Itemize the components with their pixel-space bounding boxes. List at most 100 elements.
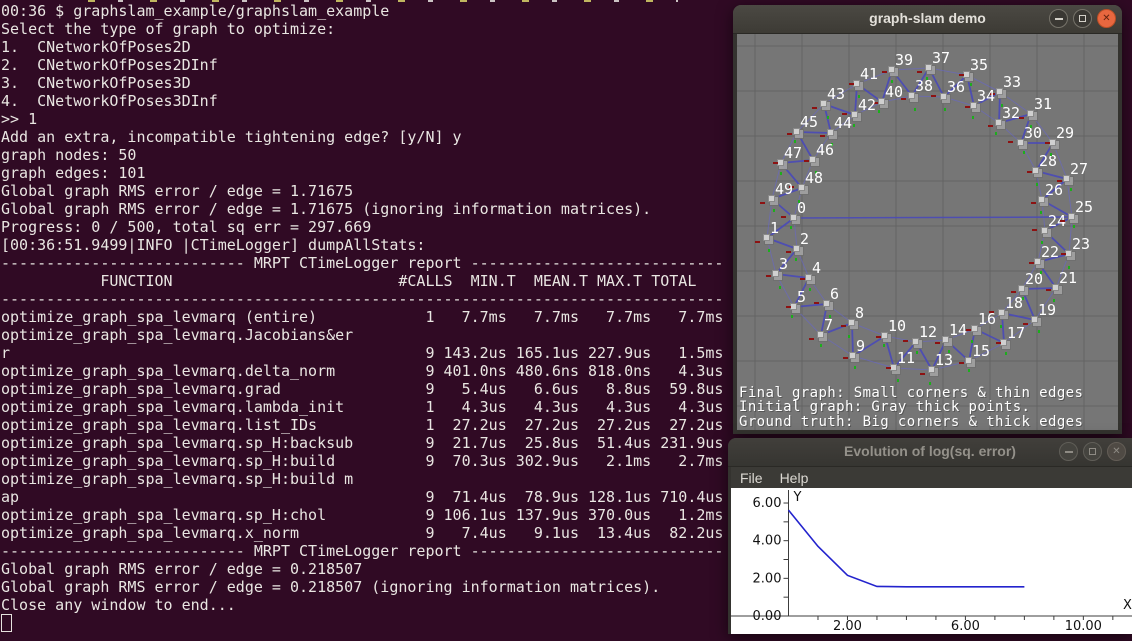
node-label: 40 — [885, 83, 903, 101]
menu-file[interactable]: File — [740, 470, 763, 486]
graph-node — [1019, 286, 1025, 292]
node-label: 44 — [834, 114, 852, 132]
x-tick-label: 6.00 — [951, 619, 980, 634]
node-label: 1 — [770, 219, 779, 237]
node-label: 47 — [784, 144, 802, 162]
error-plot[interactable]: 2.006.0010.000.002.004.006.00XY — [731, 488, 1132, 634]
green-marker — [780, 172, 782, 175]
node-label: 32 — [1002, 104, 1020, 122]
node-label: 15 — [972, 342, 990, 360]
graph-node — [1064, 176, 1070, 182]
graph-node — [929, 367, 935, 373]
x-axis-label: X — [1123, 598, 1132, 613]
graph-node — [999, 310, 1005, 316]
node-label: 43 — [827, 85, 845, 103]
green-marker — [883, 344, 885, 347]
graph-node — [794, 129, 800, 135]
red-marker — [1031, 202, 1036, 204]
red-marker — [1061, 253, 1066, 255]
graph-node — [1033, 168, 1039, 174]
node-label: 42 — [858, 96, 876, 114]
green-marker — [779, 286, 781, 289]
node-label: 8 — [855, 304, 864, 322]
graph-node — [972, 326, 978, 332]
red-marker — [920, 373, 925, 375]
maximize-icon — [1079, 15, 1086, 22]
graph-node — [1028, 111, 1034, 117]
red-marker — [841, 325, 846, 327]
graph-node — [1053, 285, 1059, 291]
green-marker — [970, 83, 972, 86]
graph-node — [926, 65, 932, 71]
graph-node — [764, 235, 770, 241]
close-icon: ✕ — [1112, 447, 1120, 457]
legend-line-groundtruth: Ground truth: Big corners & thick edges — [739, 415, 1083, 429]
plot-window-titlebar[interactable]: Evolution of log(sq. error) ✕ — [728, 438, 1132, 467]
minimize-button[interactable] — [1049, 9, 1068, 28]
node-label: 37 — [932, 49, 950, 67]
green-marker — [948, 350, 950, 353]
red-marker — [1032, 229, 1037, 231]
node-label: 31 — [1034, 95, 1052, 113]
red-marker — [820, 135, 825, 137]
green-marker — [1040, 211, 1042, 214]
node-label: 12 — [919, 323, 937, 341]
red-marker — [1023, 323, 1028, 325]
green-marker — [972, 116, 974, 119]
red-marker — [809, 338, 814, 340]
green-marker — [1038, 330, 1040, 333]
node-label: 39 — [895, 51, 913, 69]
menu-help[interactable]: Help — [780, 470, 809, 486]
tightening-edge — [794, 217, 1072, 218]
close-button[interactable]: ✕ — [1097, 9, 1116, 28]
graph-node — [879, 99, 885, 105]
node-label: 9 — [856, 337, 865, 355]
graph-slam-demo-window: graph-slam demo ✕ 0123456789101112131415… — [733, 5, 1122, 434]
green-marker — [971, 340, 973, 343]
red-marker — [935, 342, 940, 344]
node-label: 23 — [1072, 235, 1090, 253]
green-marker — [1023, 151, 1025, 154]
green-marker — [1005, 352, 1007, 355]
legend-line-initial: Initial graph: Gray thick points. — [739, 400, 1083, 414]
node-label: 26 — [1045, 181, 1063, 199]
close-button[interactable]: ✕ — [1107, 442, 1126, 461]
red-marker — [1008, 141, 1013, 143]
graph-node — [810, 157, 816, 163]
graph-node — [1035, 259, 1041, 265]
error-plot-canvas: 2.006.0010.000.002.004.006.00XY — [731, 488, 1132, 634]
graph-window-titlebar[interactable]: graph-slam demo ✕ — [733, 5, 1122, 34]
maximize-button[interactable] — [1083, 442, 1102, 461]
graph-node — [791, 215, 797, 221]
green-marker — [854, 366, 856, 369]
green-marker — [795, 258, 797, 261]
red-marker — [965, 106, 970, 108]
graph-node — [852, 112, 858, 118]
graph-legend: Final graph: Small corners & thin edges … — [739, 386, 1083, 429]
minimize-button[interactable] — [1059, 442, 1078, 461]
window-controls: ✕ — [1059, 442, 1126, 461]
node-label: 46 — [816, 141, 834, 159]
maximize-button[interactable] — [1073, 9, 1092, 28]
red-marker — [849, 83, 854, 85]
red-marker — [800, 278, 805, 280]
maximize-icon — [1089, 448, 1096, 455]
red-marker — [1046, 289, 1051, 291]
red-marker — [1029, 262, 1034, 264]
red-marker — [1057, 180, 1062, 182]
node-label: 34 — [977, 87, 995, 105]
node-label: 45 — [800, 113, 818, 131]
red-marker — [996, 342, 1001, 344]
green-marker — [995, 132, 997, 135]
red-marker — [814, 302, 819, 304]
green-marker — [1022, 297, 1024, 300]
terminal-cursor — [1, 614, 12, 632]
graph-node — [824, 301, 830, 307]
graph-node — [799, 185, 805, 191]
green-marker — [897, 379, 899, 382]
node-label: 18 — [1005, 294, 1023, 312]
graph-viewport[interactable]: 0123456789101112131415161718192021222324… — [737, 34, 1118, 430]
graph-node — [941, 94, 947, 100]
node-label: 10 — [888, 317, 906, 335]
red-marker — [988, 125, 993, 127]
